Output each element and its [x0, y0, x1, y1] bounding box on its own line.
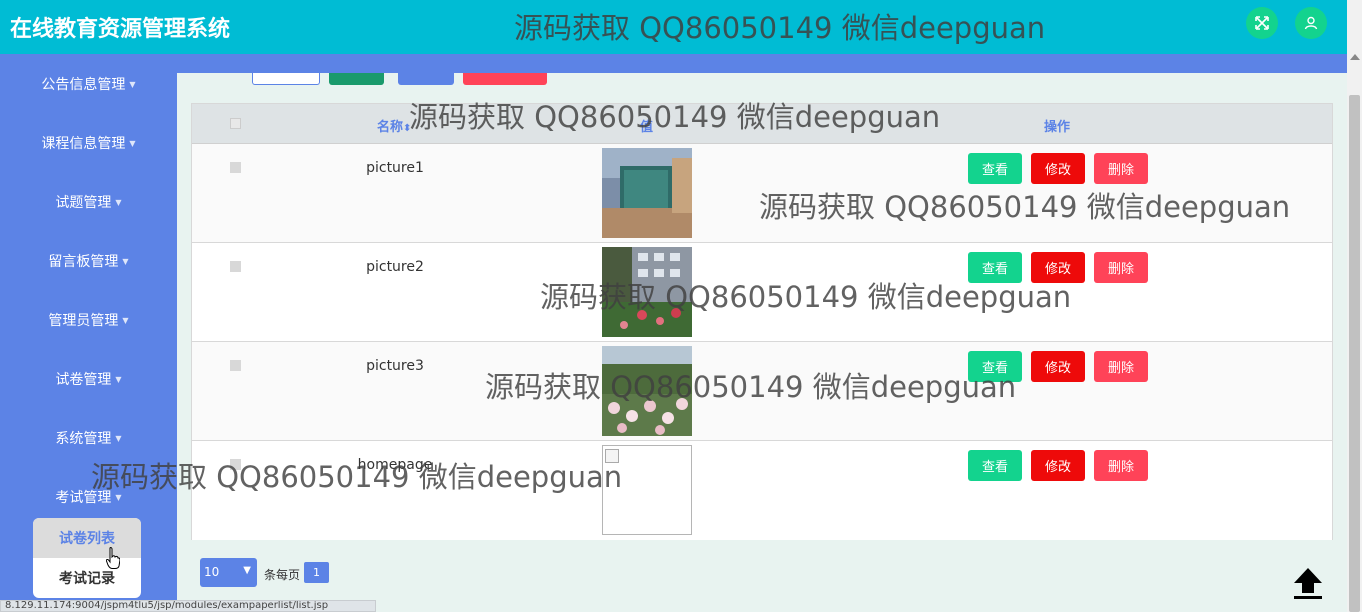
caret-down-icon: ▼ [115, 197, 122, 207]
delete-button[interactable]: 删除 [1094, 252, 1148, 283]
view-button[interactable]: 查看 [968, 450, 1022, 481]
view-button[interactable]: 查看 [968, 351, 1022, 382]
caret-down-icon: ▼ [129, 138, 136, 148]
delete-button[interactable]: 删除 [1094, 351, 1148, 382]
view-button[interactable]: 查看 [968, 153, 1022, 184]
row-name: picture2 [366, 259, 424, 275]
expand-icon [1255, 16, 1269, 30]
delete-button[interactable]: 删除 [1094, 450, 1148, 481]
user-icon [1304, 16, 1318, 30]
user-button[interactable] [1295, 7, 1327, 39]
data-table: 名称⬍ 值 操作 picture1 查看 修改 删除 picture2 查看 修… [191, 103, 1333, 540]
exam-submenu: 试卷列表 考试记录 [33, 518, 141, 598]
sidebar-item-courses[interactable]: 课程信息管理 ▼ [0, 128, 177, 158]
row-checkbox[interactable] [230, 162, 241, 173]
column-header-value: 值 [640, 120, 654, 135]
caret-down-icon: ▼ [115, 374, 122, 384]
caret-down-icon: ▼ [115, 492, 122, 502]
sort-icon: ⬍ [403, 123, 412, 134]
status-bar-url: 8.129.11.174:9004/jspm4tlu5/jsp/modules/… [0, 600, 376, 612]
view-button[interactable]: 查看 [968, 252, 1022, 283]
caret-down-icon: ▼ [122, 315, 129, 325]
delete-button[interactable]: 删除 [1094, 153, 1148, 184]
row-name: picture3 [366, 358, 424, 374]
caret-down-icon: ▼ [129, 79, 136, 89]
table-row: homepage 查看 修改 删除 [192, 441, 1332, 540]
sidebar-item-papers[interactable]: 试卷管理 ▼ [0, 364, 177, 394]
chevron-down-icon: ▼ [243, 565, 251, 576]
row-checkbox[interactable] [230, 261, 241, 272]
select-all-checkbox[interactable] [230, 118, 241, 129]
sidebar-item-admins[interactable]: 管理员管理 ▼ [0, 305, 177, 335]
scrollbar-thumb[interactable] [1349, 95, 1360, 612]
row-name: picture1 [366, 160, 424, 176]
app-title: 在线教育资源管理系统 [10, 17, 231, 42]
row-checkbox[interactable] [230, 360, 241, 371]
search-button[interactable] [252, 73, 320, 85]
row-name: homepage [357, 457, 433, 473]
back-to-top-icon[interactable] [1290, 565, 1326, 601]
column-header-name[interactable]: 名称⬍ [377, 116, 411, 135]
edit-button[interactable]: 修改 [1031, 450, 1085, 481]
caret-down-icon: ▼ [122, 256, 129, 266]
broken-image-icon [605, 449, 619, 463]
row-image-thumbnail [602, 247, 692, 337]
sidebar-item-questions[interactable]: 试题管理 ▼ [0, 187, 177, 217]
row-image-thumbnail [602, 346, 692, 436]
submenu-item-exam-records[interactable]: 考试记录 [33, 558, 141, 598]
fullscreen-button[interactable] [1246, 7, 1278, 39]
app-header: 在线教育资源管理系统 源码获取 QQ86050149 微信deepguan [0, 0, 1347, 54]
table-header: 名称⬍ 值 操作 [192, 104, 1332, 144]
edit-button[interactable]: 修改 [1031, 153, 1085, 184]
sidebar-item-system[interactable]: 系统管理 ▼ [0, 423, 177, 453]
caret-down-icon: ▼ [115, 433, 122, 443]
edit-button[interactable]: 修改 [1031, 351, 1085, 382]
row-checkbox[interactable] [230, 459, 241, 470]
page-number-button[interactable]: 1 [304, 562, 329, 583]
page-size-label: 条每页 [264, 568, 301, 582]
sidebar-item-announcements[interactable]: 公告信息管理 ▼ [0, 69, 177, 99]
table-row: picture2 查看 修改 删除 [192, 243, 1332, 342]
watermark-text: 源码获取 QQ86050149 微信deepguan [514, 11, 1046, 45]
table-row: picture1 查看 修改 删除 [192, 144, 1332, 243]
submenu-item-paper-list[interactable]: 试卷列表 [33, 518, 141, 558]
table-row: picture3 查看 修改 删除 [192, 342, 1332, 441]
row-image-thumbnail [602, 445, 692, 535]
row-image-thumbnail [602, 148, 692, 238]
content-top-strip [177, 54, 1347, 73]
import-button[interactable] [398, 73, 454, 85]
column-header-actions: 操作 [1044, 120, 1071, 135]
batch-delete-button[interactable] [463, 73, 547, 85]
edit-button[interactable]: 修改 [1031, 252, 1085, 283]
sidebar-item-message-board[interactable]: 留言板管理 ▼ [0, 246, 177, 276]
sidebar-item-exams[interactable]: 考试管理 ▼ [0, 482, 177, 512]
scroll-up-arrow-icon[interactable] [1350, 54, 1360, 60]
hand-cursor-icon [106, 547, 120, 569]
page-size-select[interactable]: 10 ▼ [200, 558, 257, 587]
add-button[interactable] [329, 73, 384, 85]
